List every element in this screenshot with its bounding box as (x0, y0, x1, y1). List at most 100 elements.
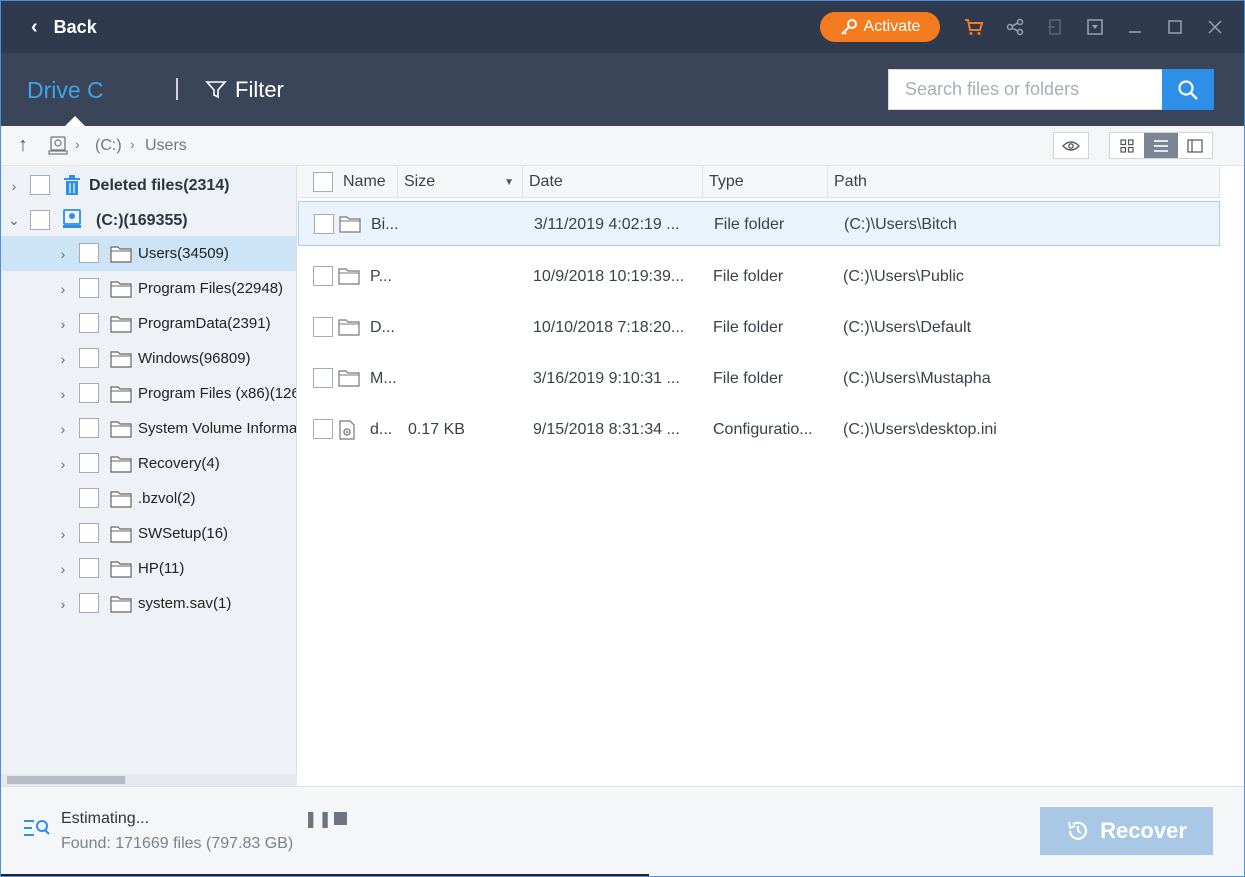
search-icon (1178, 79, 1198, 100)
row-checkbox[interactable] (313, 317, 333, 337)
up-arrow-icon[interactable]: ↑ (18, 134, 28, 157)
checkbox[interactable] (79, 558, 99, 578)
tree-item-programdata[interactable]: › ProgramData(2391) (1, 306, 296, 341)
tree-item-swsetup[interactable]: › SWSetup(16) (1, 516, 296, 551)
search-box (888, 69, 1163, 110)
checkbox[interactable] (79, 418, 99, 438)
column-label: Size (404, 173, 436, 190)
grid-view-button[interactable] (1110, 133, 1144, 158)
folder-icon (110, 386, 132, 403)
folder-icon (110, 316, 132, 333)
chevron-right-icon[interactable]: › (56, 316, 70, 332)
checkbox[interactable] (30, 175, 50, 195)
table-row[interactable]: d... 0.17 KB 9/15/2018 8:31:34 ... Confi… (298, 407, 1220, 452)
tree-item-windows[interactable]: › Windows(96809) (1, 341, 296, 376)
tree-item-program-files[interactable]: › Program Files(22948) (1, 271, 296, 306)
row-checkbox[interactable] (313, 266, 333, 286)
column-header-name[interactable]: Name (298, 166, 398, 198)
table-row[interactable]: M... 3/16/2019 9:10:31 ... File folder (… (298, 356, 1220, 401)
row-checkbox[interactable] (314, 214, 334, 234)
table-row[interactable]: D... 10/10/2018 7:18:20... File folder (… (298, 305, 1220, 350)
checkbox[interactable] (79, 348, 99, 368)
cell-type: File folder (714, 215, 785, 233)
search-input[interactable] (889, 70, 1162, 109)
checkbox[interactable] (79, 453, 99, 473)
tree-item-hp[interactable]: › HP(11) (1, 551, 296, 586)
breadcrumb-folder[interactable]: Users (145, 137, 187, 155)
share-icon[interactable] (1004, 16, 1026, 38)
checkbox[interactable] (79, 243, 99, 263)
tree-item-system-volume-information[interactable]: › System Volume Informat (1, 411, 296, 446)
breadcrumb-drive[interactable]: (C:) (95, 137, 122, 155)
tree-item-users[interactable]: › Users(34509) (1, 236, 296, 271)
column-header-size[interactable]: Size ▼ (398, 166, 523, 198)
tree-item-program-files-x86[interactable]: › Program Files (x86)(1264 (1, 376, 296, 411)
list-header: Name Size ▼ Date Type Path (298, 166, 1220, 198)
menu-dropdown-icon[interactable] (1084, 16, 1106, 38)
activate-button[interactable]: Activate (820, 12, 940, 42)
chevron-right-icon[interactable]: › (56, 421, 70, 437)
close-icon[interactable] (1204, 16, 1226, 38)
chevron-right-icon[interactable]: › (56, 351, 70, 367)
tree-root-deleted[interactable]: › Deleted files(2314) (1, 168, 296, 203)
checkbox[interactable] (30, 210, 50, 230)
pause-button[interactable]: ❚❚ (304, 809, 333, 829)
list-view-button[interactable] (1144, 133, 1178, 158)
maximize-icon[interactable] (1164, 16, 1186, 38)
table-row[interactable]: Bi... 3/11/2019 4:02:19 ... File folder … (298, 201, 1220, 246)
chevron-down-icon[interactable]: ⌄ (7, 212, 21, 229)
select-all-checkbox[interactable] (313, 172, 333, 192)
recover-button[interactable]: Recover (1040, 807, 1213, 855)
chevron-right-icon[interactable]: › (7, 178, 21, 194)
sign-out-icon[interactable] (1044, 16, 1066, 38)
chevron-right-icon[interactable]: › (56, 386, 70, 402)
computer-icon[interactable] (48, 136, 68, 161)
checkbox[interactable] (79, 383, 99, 403)
tree-item-label: system.sav(1) (138, 595, 232, 612)
tree-item-recovery[interactable]: › Recovery(4) (1, 446, 296, 481)
chevron-right-icon[interactable]: › (56, 281, 70, 297)
preview-button[interactable] (1053, 132, 1089, 159)
checkbox[interactable] (79, 593, 99, 613)
cart-icon[interactable] (963, 16, 985, 38)
row-checkbox[interactable] (313, 368, 333, 388)
panel-icon (1187, 138, 1203, 153)
history-icon (1068, 821, 1088, 840)
tree-item-label: Program Files(22948) (138, 280, 284, 297)
found-count-text: Found: 171669 files (797.83 GB) (61, 835, 294, 852)
detail-view-button[interactable] (1178, 133, 1212, 158)
title-bar: ‹ Back Activate (1, 1, 1244, 53)
folder-icon (110, 351, 132, 368)
column-header-date[interactable]: Date (523, 166, 703, 198)
tree-item-system-sav[interactable]: › system.sav(1) (1, 586, 296, 621)
horizontal-scrollbar[interactable] (1, 774, 297, 786)
filter-button[interactable]: Filter (205, 77, 284, 103)
cell-path: (C:)\Users\Mustapha (843, 369, 991, 387)
row-checkbox[interactable] (313, 419, 333, 439)
chevron-right-icon[interactable]: › (56, 596, 70, 612)
scrollbar-thumb[interactable] (7, 776, 125, 784)
drive-tab[interactable]: Drive C (27, 77, 104, 104)
minimize-icon[interactable] (1124, 16, 1146, 38)
column-label: Date (529, 173, 563, 190)
checkbox[interactable] (79, 313, 99, 333)
checkbox[interactable] (79, 488, 99, 508)
tree-item-bzvol[interactable]: .bzvol(2) (1, 481, 296, 516)
column-label: Name (343, 173, 386, 190)
stop-button[interactable] (334, 812, 347, 825)
chevron-right-icon[interactable]: › (56, 456, 70, 472)
chevron-right-icon[interactable]: › (56, 561, 70, 577)
checkbox[interactable] (79, 278, 99, 298)
checkbox[interactable] (79, 523, 99, 543)
chevron-right-icon[interactable]: › (56, 526, 70, 542)
scan-progress-icon (24, 820, 50, 836)
table-row[interactable]: P... 10/9/2018 10:19:39... File folder (… (298, 254, 1220, 299)
search-button[interactable] (1162, 69, 1214, 110)
tree-root-drive-c[interactable]: ⌄ (C:)(169355) (1, 203, 296, 238)
column-label: Path (834, 173, 867, 190)
cell-name: D... (370, 318, 395, 336)
chevron-right-icon[interactable]: › (56, 246, 70, 262)
column-header-type[interactable]: Type (703, 166, 828, 198)
back-button[interactable]: ‹ Back (31, 15, 97, 39)
column-header-path[interactable]: Path (828, 166, 1220, 198)
